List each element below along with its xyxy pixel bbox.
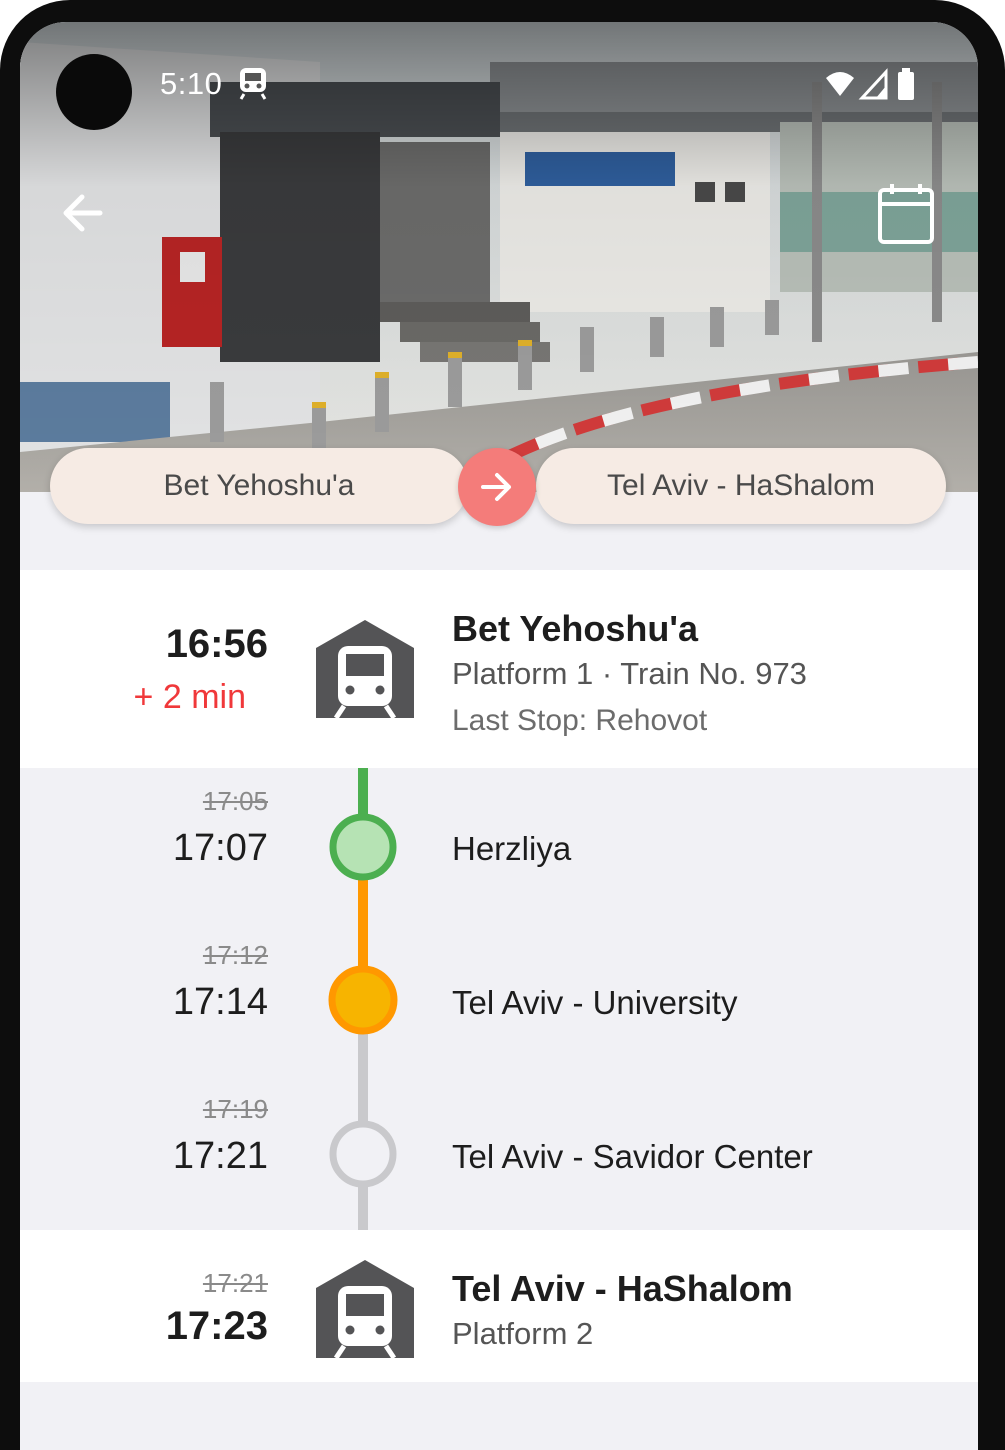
actual-time: 17:14 [172, 981, 268, 1023]
stop-dot-passed [329, 813, 397, 881]
volume-button-lower [997, 1125, 1005, 1265]
signal-icon [858, 68, 888, 100]
battery-icon [898, 68, 914, 100]
scheduled-time: 17:12 [202, 940, 268, 970]
volume-button [997, 760, 1005, 860]
destination-row[interactable]: 17:21 17:23 Tel Aviv - HaShalom Platform… [20, 1230, 978, 1382]
origin-station-pill[interactable]: Bet Yehoshu'a [50, 448, 468, 524]
stop-dot-upcoming [329, 1120, 397, 1188]
train-station-icon [314, 1258, 416, 1360]
scheduled-time: 17:05 [202, 786, 268, 816]
arrow-right-icon [481, 473, 511, 501]
scheduled-time: 17:21 [202, 1268, 268, 1298]
actual-time: 17:21 [172, 1135, 268, 1177]
stop-dot-current [328, 965, 398, 1035]
train-notification-icon [238, 66, 268, 105]
back-arrow-icon[interactable] [56, 186, 110, 240]
actual-time: 17:07 [172, 827, 268, 869]
status-bar: 5:10 [20, 64, 978, 110]
status-time: 5:10 [160, 66, 223, 101]
arrival-time: 17:23 [165, 1304, 268, 1348]
scheduled-time: 17:19 [202, 1094, 268, 1124]
destination-station-label: Tel Aviv - HaShalom [607, 469, 875, 502]
destination-station-name: Tel Aviv - HaShalom [452, 1268, 793, 1309]
app-screen: 5:10 Bet Yehoshu'a Tel Aviv - HaShalom 1… [20, 22, 978, 1450]
origin-station-label: Bet Yehoshu'a [163, 469, 355, 502]
stop-name: Tel Aviv - Savidor Center [452, 1138, 813, 1175]
direction-button[interactable] [458, 448, 536, 526]
last-stop-label: Last Stop: Rehovot [452, 704, 708, 737]
origin-row[interactable]: 16:56 + 2 min Bet Yehoshu'a Platform 1 ·… [20, 570, 978, 768]
delay-badge: + 2 min [133, 678, 246, 716]
origin-platform-train: Platform 1 · Train No. 973 [452, 656, 807, 691]
calendar-icon[interactable] [876, 182, 936, 246]
origin-station-name: Bet Yehoshu'a [452, 608, 698, 649]
wifi-icon [826, 72, 854, 96]
departure-time: 16:56 [165, 622, 268, 666]
train-station-icon [314, 618, 416, 720]
stop-name: Herzliya [452, 830, 572, 867]
destination-station-pill[interactable]: Tel Aviv - HaShalom [536, 448, 946, 524]
destination-platform: Platform 2 [452, 1316, 594, 1351]
power-button [997, 620, 1005, 690]
status-icons [824, 68, 920, 107]
stop-name: Tel Aviv - University [452, 984, 738, 1021]
